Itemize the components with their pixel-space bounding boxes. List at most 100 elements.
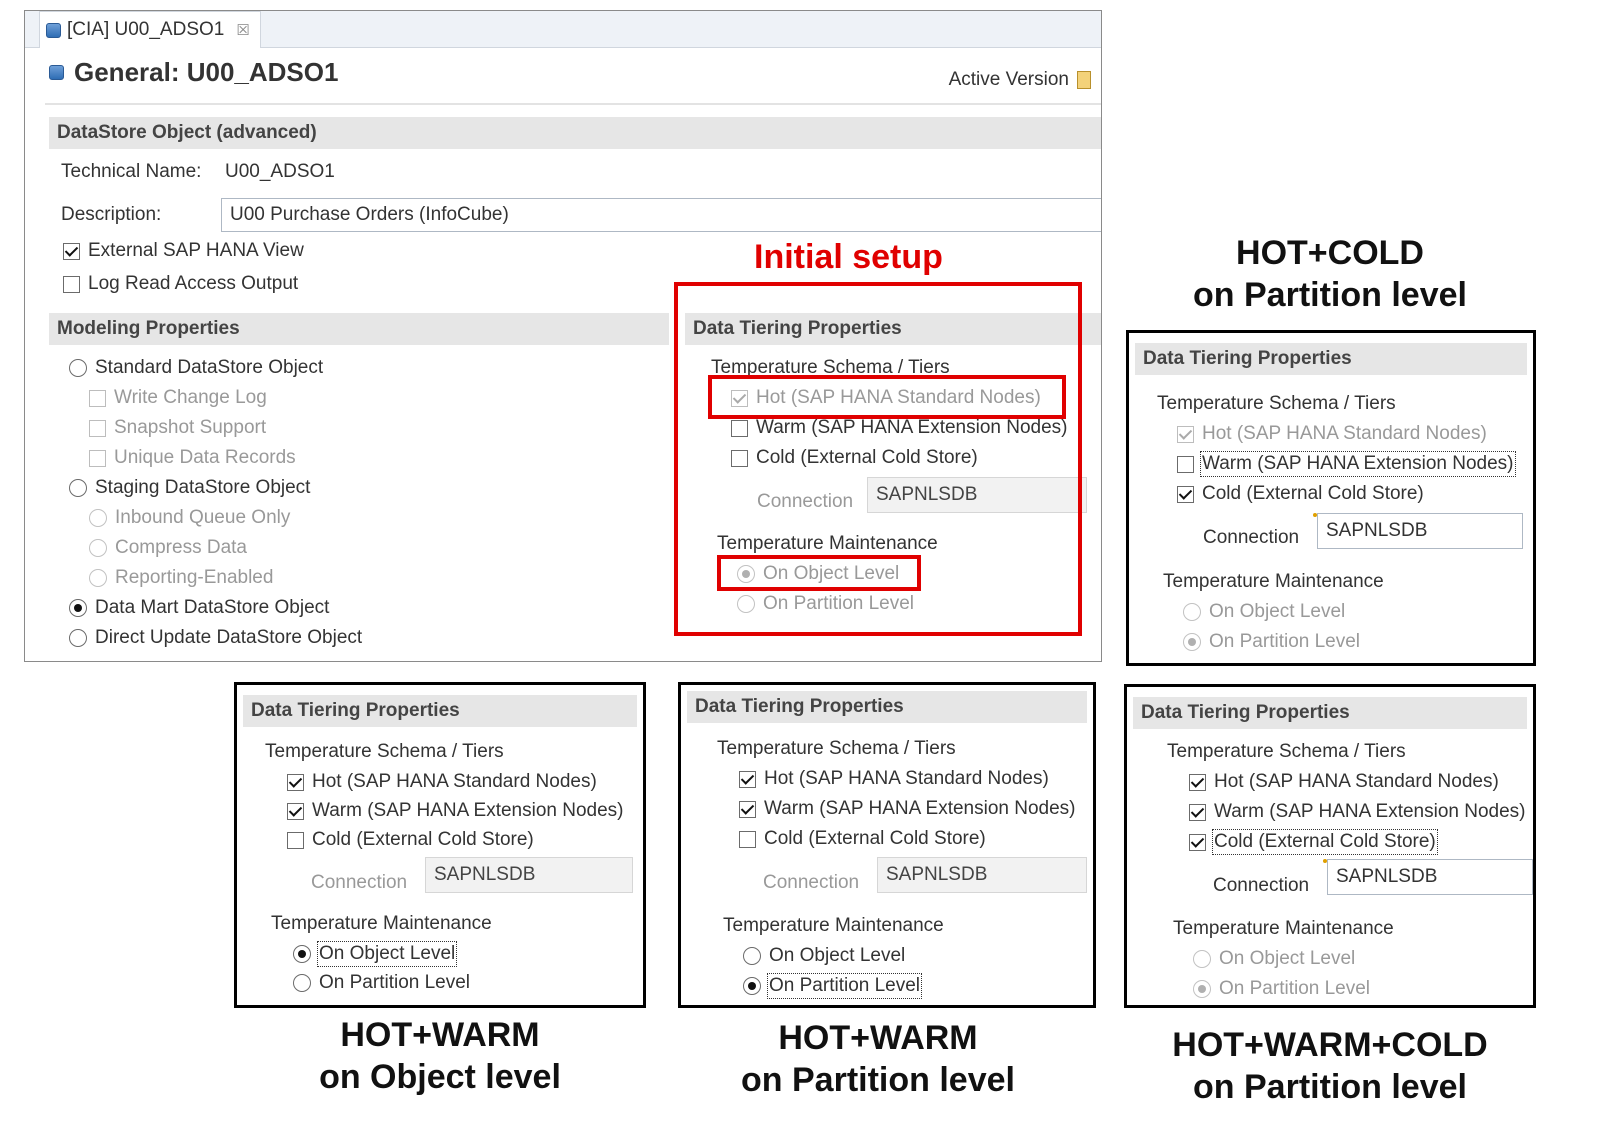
radio-label: Standard DataStore Object (95, 357, 324, 378)
radio-label: Data Mart DataStore Object (95, 597, 330, 618)
radio-label: On Partition Level (766, 973, 923, 999)
radio-standard-dso[interactable]: Standard DataStore Object (69, 357, 323, 379)
description-label: Description: (61, 204, 162, 225)
radio-label: On Partition Level (319, 972, 471, 993)
panel-hot-warm-partition: Data Tiering Properties Temperature Sche… (678, 682, 1096, 1008)
checkbox-label: Unique Data Records (114, 447, 296, 468)
radio-object-level[interactable]: On Object Level (1183, 601, 1345, 623)
page-title: General: U00_ADSO1 (49, 57, 338, 88)
section-data-tiering: Data Tiering Properties (1133, 697, 1527, 729)
temperature-schema-label: Temperature Schema / Tiers (1157, 393, 1396, 414)
connection-field[interactable]: SAPNLSDB (425, 857, 633, 893)
radio (743, 947, 761, 965)
connection-label: Connection (763, 872, 860, 893)
version-icon[interactable] (1077, 71, 1091, 89)
technical-name-label: Technical Name: (61, 161, 202, 182)
checkbox-hot[interactable]: Hot (SAP HANA Standard Nodes) (1177, 423, 1487, 445)
radio-label: Compress Data (115, 537, 247, 558)
temperature-schema-label: Temperature Schema / Tiers (265, 741, 504, 762)
checkbox-label: Cold (External Cold Store) (1202, 483, 1424, 504)
description-field[interactable]: U00 Purchase Orders (InfoCube) (221, 198, 1101, 232)
radio (743, 977, 761, 995)
radio (89, 569, 107, 587)
datastore-icon (46, 22, 61, 38)
checkbox-label: Cold (External Cold Store) (312, 829, 534, 850)
datastore-icon (49, 65, 64, 80)
checkbox-cold[interactable]: Cold (External Cold Store) (1177, 483, 1424, 505)
checkbox-write-change-log[interactable]: Write Change Log (89, 387, 267, 409)
close-icon[interactable]: ☒ (236, 21, 249, 39)
checkbox-label: Warm (SAP HANA Extension Nodes) (312, 800, 624, 821)
temperature-schema-label: Temperature Schema / Tiers (717, 738, 956, 759)
checkbox-warm[interactable]: Warm (SAP HANA Extension Nodes) (1189, 801, 1526, 823)
radio-data-mart-dso[interactable]: Data Mart DataStore Object (69, 597, 329, 619)
checkbox-label: Cold (External Cold Store) (1212, 829, 1438, 855)
radio (69, 629, 87, 647)
technical-name-value: U00_ADSO1 (225, 161, 335, 182)
checkbox (89, 419, 106, 437)
radio (69, 479, 87, 497)
section-modeling: Modeling Properties (49, 313, 669, 345)
checkbox (1189, 833, 1206, 851)
page-title-text: General: U00_ADSO1 (74, 57, 339, 87)
tab-u00-adso1[interactable]: [CIA] U00_ADSO1 ☒ (39, 11, 261, 48)
connection-field[interactable]: SAPNLSDB (1327, 859, 1533, 895)
panel-hot-cold: Data Tiering Properties Temperature Sche… (1126, 330, 1536, 666)
checkbox-warm[interactable]: Warm (SAP HANA Extension Nodes) (739, 798, 1076, 820)
external-view-checkbox[interactable]: External SAP HANA View (63, 240, 304, 262)
caption-hot-cold-line2: on Partition level (1193, 276, 1467, 314)
checkbox-label: Hot (SAP HANA Standard Nodes) (1202, 423, 1487, 444)
checkbox (1177, 455, 1194, 473)
checkbox-cold[interactable]: Cold (External Cold Store) (287, 829, 534, 851)
temperature-schema-label: Temperature Schema / Tiers (1167, 741, 1406, 762)
radio-direct-update-dso[interactable]: Direct Update DataStore Object (69, 627, 362, 649)
radio (1193, 980, 1211, 998)
radio-partition-level[interactable]: On Partition Level (1183, 631, 1360, 653)
checkbox-hot[interactable]: Hot (SAP HANA Standard Nodes) (287, 771, 597, 793)
radio-object-level[interactable]: On Object Level (1193, 948, 1355, 970)
caption-hot-warm-object-line2: on Object level (319, 1058, 561, 1096)
checkbox-cold[interactable]: Cold (External Cold Store) (739, 828, 986, 850)
log-read-checkbox[interactable]: Log Read Access Output (63, 273, 298, 295)
checkbox-hot[interactable]: Hot (SAP HANA Standard Nodes) (739, 768, 1049, 790)
radio-partition-level[interactable]: On Partition Level (293, 972, 470, 994)
checkbox (89, 449, 106, 467)
checkbox-unique[interactable]: Unique Data Records (89, 447, 296, 469)
radio-label: On Partition Level (1209, 631, 1361, 652)
checkbox-warm[interactable]: Warm (SAP HANA Extension Nodes) (287, 800, 624, 822)
checkbox-cold[interactable]: Cold (External Cold Store) (1189, 829, 1438, 855)
radio-staging-dso[interactable]: Staging DataStore Object (69, 477, 310, 499)
section-data-tiering: Data Tiering Properties (243, 695, 637, 727)
radio (1183, 633, 1201, 651)
radio-partition-level[interactable]: On Partition Level (743, 973, 923, 999)
active-version-label: Active Version (948, 69, 1069, 90)
radio (89, 539, 107, 557)
radio-object-level[interactable]: On Object Level (293, 941, 458, 967)
checkbox-snapshot[interactable]: Snapshot Support (89, 417, 266, 439)
caption-initial-setup: Initial setup (754, 238, 943, 276)
checkbox-hot[interactable]: Hot (SAP HANA Standard Nodes) (1189, 771, 1499, 793)
temperature-maintenance-label: Temperature Maintenance (271, 913, 492, 934)
radio-reporting[interactable]: Reporting-Enabled (89, 567, 273, 589)
checkbox-warm[interactable]: Warm (SAP HANA Extension Nodes) (1177, 451, 1516, 477)
radio (293, 945, 311, 963)
checkbox (739, 830, 756, 848)
checkbox (1189, 803, 1206, 821)
section-data-tiering: Data Tiering Properties (1135, 343, 1527, 375)
radio-object-level[interactable]: On Object Level (743, 945, 905, 967)
checkbox (287, 802, 304, 820)
section-dso: DataStore Object (advanced) (49, 117, 1101, 149)
connection-field[interactable]: SAPNLSDB (1317, 513, 1523, 549)
temperature-maintenance-label: Temperature Maintenance (1163, 571, 1384, 592)
radio (69, 599, 87, 617)
divider (45, 103, 1101, 105)
radio (293, 974, 311, 992)
radio-compress[interactable]: Compress Data (89, 537, 247, 559)
panel-hot-warm-cold: Data Tiering Properties Temperature Sche… (1124, 684, 1536, 1008)
radio-inbound[interactable]: Inbound Queue Only (89, 507, 290, 529)
active-version: Active Version (949, 69, 1091, 91)
connection-field[interactable]: SAPNLSDB (877, 857, 1087, 893)
radio-label: On Object Level (1209, 601, 1346, 622)
radio-partition-level[interactable]: On Partition Level (1193, 978, 1370, 1000)
highlight-object-level (717, 555, 921, 591)
